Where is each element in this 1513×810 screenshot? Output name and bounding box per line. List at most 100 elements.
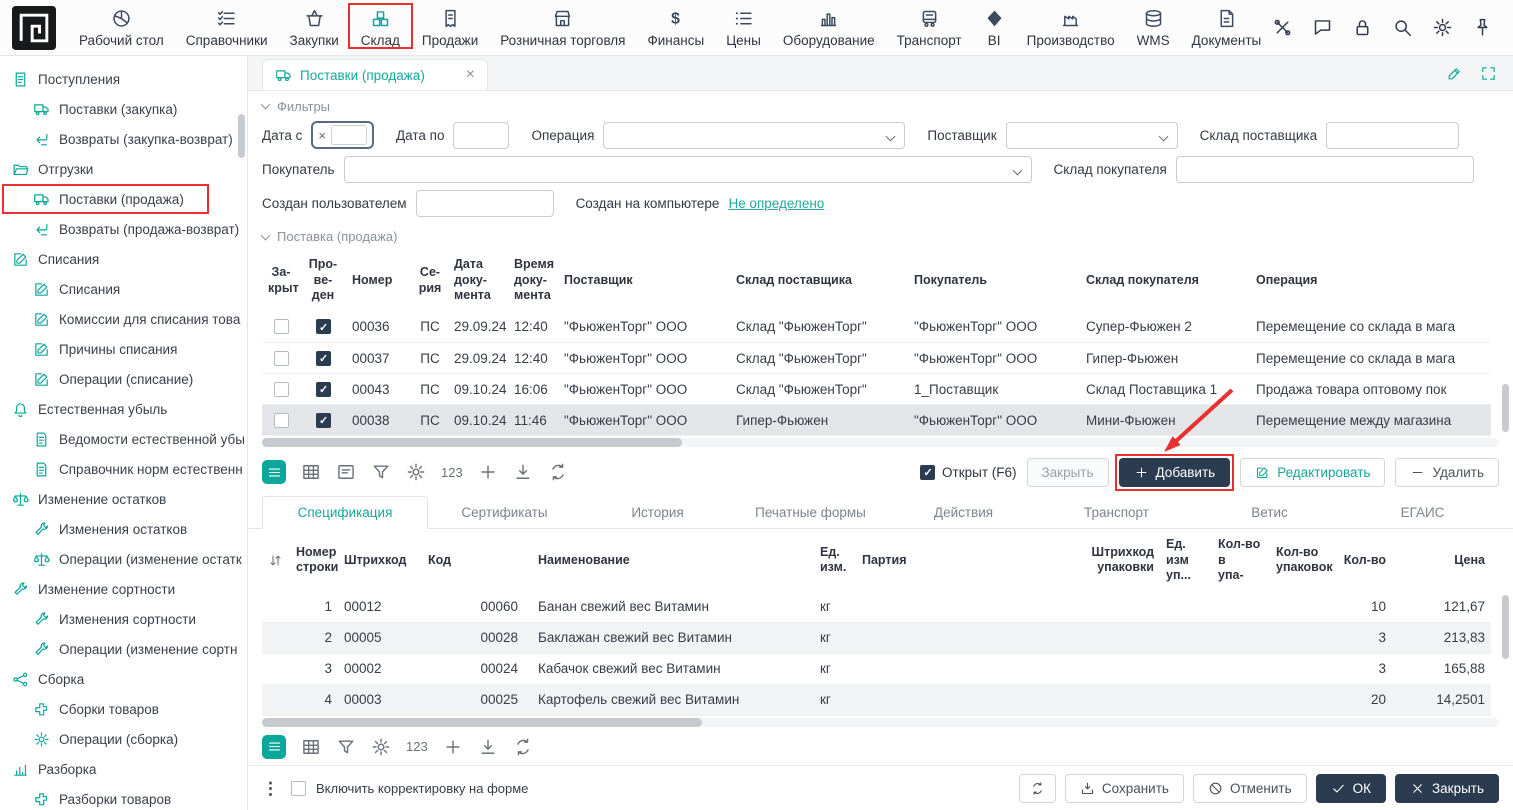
ok-button[interactable]: ОК xyxy=(1316,774,1386,803)
add-button[interactable]: Добавить xyxy=(1119,458,1231,487)
col-price[interactable]: Цена xyxy=(1392,529,1491,591)
topnav-item[interactable]: Склад xyxy=(350,0,411,55)
col-name[interactable]: Наименование xyxy=(532,529,814,591)
topnav-item[interactable]: Финансы xyxy=(637,0,716,55)
topbar-icon-button[interactable] xyxy=(1432,17,1453,38)
table-row[interactable]: 1 00012 00060 Банан свежий вес Витамин к… xyxy=(262,591,1491,622)
view-list-button[interactable] xyxy=(262,460,286,484)
add-column-icon[interactable] xyxy=(443,737,463,757)
kebab-menu-icon[interactable]: ⋮ xyxy=(262,774,279,804)
sidebar-item[interactable]: Сборки товаров xyxy=(0,694,247,724)
col-row-number[interactable]: Номер строки xyxy=(290,529,338,591)
close-document-button[interactable]: Закрыть xyxy=(1027,458,1109,487)
col-unit[interactable]: Ед. изм. xyxy=(814,529,856,591)
clear-icon[interactable]: × xyxy=(318,129,326,142)
detail-tab[interactable]: Сертификаты xyxy=(428,497,581,528)
sidebar-item[interactable]: Справочник норм естественн xyxy=(0,454,247,484)
col-supplier-warehouse[interactable]: Склад поставщика xyxy=(730,250,908,312)
refresh-button[interactable] xyxy=(1019,774,1056,803)
sidebar-item[interactable]: Операции (изменение остатк xyxy=(0,544,247,574)
topbar-icon-button[interactable] xyxy=(1472,17,1493,38)
detail-tab[interactable]: Ветис xyxy=(1193,497,1346,528)
edit-button[interactable]: Редактировать xyxy=(1240,458,1385,487)
sidebar-item[interactable]: Операции (сборка) xyxy=(0,724,247,754)
adjust-checkbox[interactable]: Включить корректировку на форме xyxy=(291,774,528,804)
col-code[interactable]: Код xyxy=(422,529,532,591)
date-to-input[interactable] xyxy=(453,122,509,149)
spec-horizontal-scrollbar[interactable] xyxy=(262,718,1499,727)
sidebar-item[interactable]: Операции (изменение сортн xyxy=(0,634,247,664)
closed-checkbox[interactable] xyxy=(274,319,289,334)
edit-mode-icon[interactable] xyxy=(1446,65,1463,82)
col-buyer[interactable]: Покупатель xyxy=(908,250,1080,312)
topnav-item[interactable]: Документы xyxy=(1181,0,1273,55)
col-closed[interactable]: За- крыт xyxy=(262,250,300,312)
sidebar-item[interactable]: Поставки (закупка) xyxy=(0,94,247,124)
settings-icon[interactable] xyxy=(371,737,391,757)
detail-tab[interactable]: Действия xyxy=(887,497,1040,528)
table-row[interactable]: 2 00005 00028 Баклажан свежий вес Витами… xyxy=(262,622,1491,653)
detail-tab[interactable]: История xyxy=(581,497,734,528)
topnav-item[interactable]: Рабочий стол xyxy=(68,0,175,55)
cancel-button[interactable]: Отменить xyxy=(1193,774,1307,803)
checkbox-checked[interactable] xyxy=(920,465,935,480)
sidebar-item[interactable]: Сборка xyxy=(0,664,247,694)
col-sort[interactable] xyxy=(262,529,290,591)
deliveries-horizontal-scrollbar[interactable] xyxy=(262,438,1499,447)
buyer-warehouse-input[interactable] xyxy=(1176,156,1474,183)
sidebar-item[interactable]: Естественная убыль xyxy=(0,394,247,424)
sidebar-item[interactable]: Изменения остатков xyxy=(0,514,247,544)
filter-icon[interactable] xyxy=(371,462,391,482)
table-row[interactable]: 00037 ПС 29.09.24 12:40 "ФьюженТорг" ООО… xyxy=(262,343,1491,374)
created-on-link[interactable]: Не определено xyxy=(728,196,824,211)
sidebar-item[interactable]: Причины списания xyxy=(0,334,247,364)
col-buyer-warehouse[interactable]: Склад покупателя xyxy=(1080,250,1250,312)
tab-deliveries-sale[interactable]: Поставки (продажа) × xyxy=(262,59,488,90)
topbar-icon-button[interactable] xyxy=(1312,17,1333,38)
sidebar-item[interactable]: Комиссии для списания това xyxy=(0,304,247,334)
view-card-button[interactable] xyxy=(336,462,356,482)
closed-checkbox[interactable] xyxy=(274,351,289,366)
col-date[interactable]: Дата доку- мента xyxy=(448,250,508,312)
sidebar-item[interactable]: Разборки товаров xyxy=(0,784,247,810)
supplier-warehouse-input[interactable] xyxy=(1326,122,1459,149)
topnav-item[interactable]: Производство xyxy=(1016,0,1126,55)
topnav-item[interactable]: Оборудование xyxy=(772,0,886,55)
sidebar-item[interactable]: Изменения сортности xyxy=(0,604,247,634)
sidebar-item[interactable]: Возвраты (продажа-возврат) xyxy=(0,214,247,244)
checkbox-unchecked[interactable] xyxy=(291,781,306,796)
sidebar-item[interactable]: Изменение сортности xyxy=(0,574,247,604)
sidebar-item[interactable]: Возвраты (закупка-возврат) xyxy=(0,124,247,154)
delete-button[interactable]: Удалить xyxy=(1395,458,1499,487)
col-posted[interactable]: Про- ве- ден xyxy=(300,250,346,312)
col-batch[interactable]: Партия xyxy=(856,529,1028,591)
numbering-button[interactable]: 123 xyxy=(441,465,463,480)
sidebar-item[interactable]: Разборка xyxy=(0,754,247,784)
export-icon[interactable] xyxy=(513,462,533,482)
numbering-button[interactable]: 123 xyxy=(406,739,428,754)
detail-tab[interactable]: Печатные формы xyxy=(734,497,887,528)
view-table-button[interactable] xyxy=(301,737,321,757)
refresh-icon[interactable] xyxy=(548,462,568,482)
operation-select[interactable] xyxy=(603,122,905,149)
detail-tab[interactable]: ЕГАИС xyxy=(1346,497,1499,528)
col-time[interactable]: Время доку- мента xyxy=(508,250,558,312)
table-row[interactable]: 00036 ПС 29.09.24 12:40 "ФьюженТорг" ООО… xyxy=(262,312,1491,343)
table-row[interactable]: 4 00003 00025 Картофель свежий вес Витам… xyxy=(262,684,1491,715)
topnav-item[interactable]: Цены xyxy=(715,0,772,55)
detail-tab[interactable]: Транспорт xyxy=(1040,497,1193,528)
app-logo[interactable] xyxy=(12,6,56,50)
topnav-item[interactable]: Розничная торговля xyxy=(489,0,636,55)
filters-section-toggle[interactable]: Фильтры xyxy=(262,94,1499,118)
deliveries-vertical-scrollbar[interactable] xyxy=(1502,316,1509,433)
topnav-item[interactable]: Справочники xyxy=(175,0,279,55)
topnav-item[interactable]: Продажи xyxy=(411,0,489,55)
table-row[interactable]: 00038 ПС 09.10.24 11:46 "ФьюженТорг" ООО… xyxy=(262,405,1491,436)
col-supplier[interactable]: Поставщик xyxy=(558,250,730,312)
topbar-icon-button[interactable] xyxy=(1392,17,1413,38)
sidebar-item[interactable]: Списания xyxy=(0,274,247,304)
table-row[interactable]: 00043 ПС 09.10.24 16:06 "ФьюженТорг" ООО… xyxy=(262,374,1491,405)
topbar-icon-button[interactable] xyxy=(1272,17,1293,38)
sidebar-item[interactable]: Операции (списание) xyxy=(0,364,247,394)
settings-icon[interactable] xyxy=(406,462,426,482)
